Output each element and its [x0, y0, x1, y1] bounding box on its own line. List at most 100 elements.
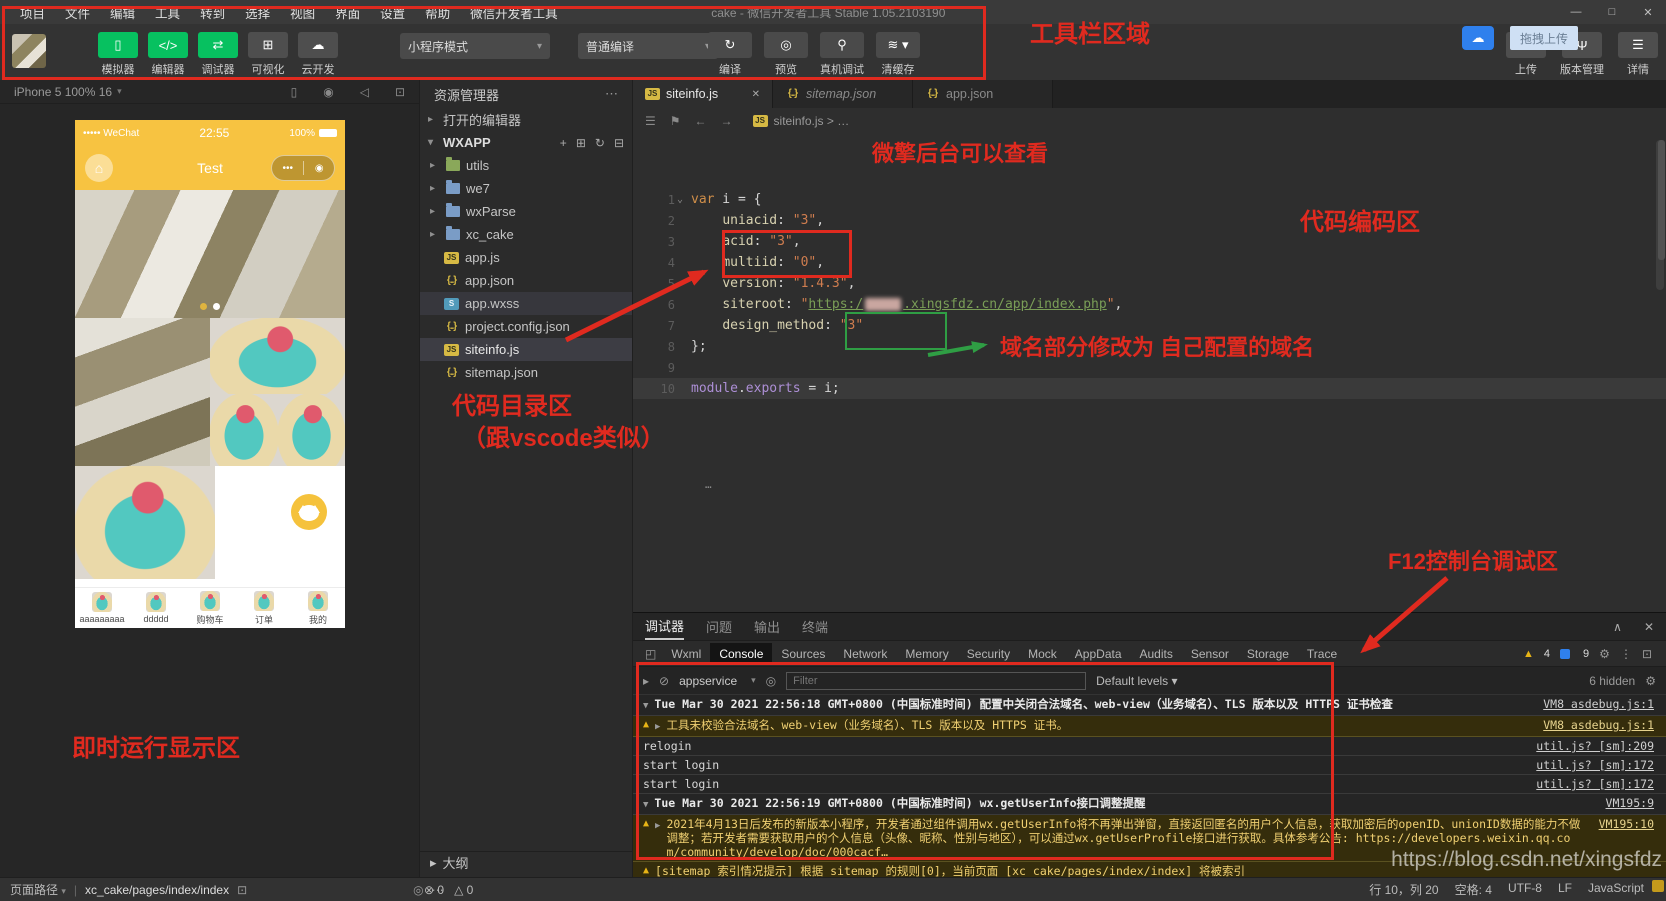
window-scrollbar[interactable] [1658, 140, 1665, 260]
caret-down-icon[interactable]: ▼ [643, 798, 648, 812]
devtools-tab-Storage[interactable]: Storage [1238, 643, 1298, 665]
status-segment[interactable]: JavaScript [1588, 881, 1644, 898]
problems-summary[interactable]: ⊗ 0 △ 0 [424, 883, 473, 897]
grid-image-bottom-1[interactable] [210, 394, 278, 466]
menu-item[interactable]: 帮助 [415, 0, 460, 25]
phone-tab-订单[interactable]: 订单 [237, 588, 291, 628]
menu-item[interactable]: 微信开发者工具 [460, 0, 568, 25]
调试器-button[interactable]: ⇄ 调试器 [196, 32, 240, 77]
info-square-icon[interactable] [1560, 648, 1571, 659]
copy-icon[interactable]: ⊡ [237, 883, 247, 897]
devtools-tab-Memory[interactable]: Memory [896, 643, 957, 665]
tree-item-project.config.json[interactable]: {..} project.config.json [420, 315, 632, 338]
mode-select[interactable]: 小程序模式 ▾ [400, 33, 550, 59]
fold-icon[interactable]: ⌄ [677, 194, 691, 205]
devtools-tab-AppData[interactable]: AppData [1066, 643, 1131, 665]
devtools-settings-icon[interactable]: ⚙ [1599, 647, 1610, 661]
banner-carousel-image[interactable] [75, 190, 345, 318]
menu-item[interactable]: 工具 [145, 0, 190, 25]
log-source-link[interactable]: VM8 asdebug.js:1 [1543, 697, 1654, 711]
caret-right-icon[interactable]: ▶ [655, 720, 660, 734]
phone-tab-我的[interactable]: 我的 [291, 588, 345, 628]
caret-down-icon[interactable]: ▼ [643, 699, 648, 713]
drag-upload-icon[interactable]: ☁ [1462, 26, 1494, 50]
menu-item[interactable]: 转到 [190, 0, 235, 25]
devtools-tab-Trace[interactable]: Trace [1298, 643, 1346, 665]
tab-sitemap.json[interactable]: {..} sitemap.json [773, 80, 913, 108]
console-sidebar-icon[interactable]: ▸ [643, 674, 649, 688]
devtools-tab-Network[interactable]: Network [834, 643, 896, 665]
bookmark-icon[interactable]: ⚑ [670, 114, 681, 128]
menu-item[interactable]: 选择 [235, 0, 280, 25]
windows-icon[interactable]: ⊡ [395, 85, 405, 99]
tree-item-app.js[interactable]: JS app.js [420, 246, 632, 269]
tree-item-utils[interactable]: ▸ utils [420, 154, 632, 177]
phone-tab-ddddd[interactable]: ddddd [129, 588, 183, 628]
devtools-tab-Audits[interactable]: Audits [1131, 643, 1182, 665]
devtools-tab-Console[interactable]: Console [710, 642, 773, 665]
console-log-row[interactable]: relogin util.js? [sm]:209 [633, 737, 1666, 756]
minimize-button[interactable]: — [1558, 0, 1594, 24]
status-segment[interactable]: UTF-8 [1508, 881, 1542, 898]
filter-input[interactable] [786, 671, 1087, 690]
清缓存-button[interactable]: ≋ ▾ 清缓存 [876, 32, 920, 77]
phone-tab-购物车[interactable]: 购物车 [183, 588, 237, 628]
warning-triangle-icon[interactable]: ▲ [1523, 648, 1534, 660]
eye-icon[interactable]: ◎ [413, 883, 423, 897]
record-icon[interactable]: ◉ [323, 85, 333, 99]
code-area[interactable]: 1 ⌄ var i = {2 uniacid: "3", 3 acid: "3", 4 … [633, 134, 1666, 612]
context-select[interactable]: appservice ▾ [679, 674, 756, 688]
open-editors-section[interactable]: ▸ 打开的编辑器 [420, 108, 632, 131]
log-source-link[interactable]: VM8 asdebug.js:1 [1543, 718, 1654, 732]
eye-icon[interactable]: ◎ [766, 674, 776, 688]
maximize-button[interactable]: □ [1594, 0, 1630, 24]
devtools-tab-Security[interactable]: Security [958, 643, 1019, 665]
console-log-row[interactable]: start login util.js? [sm]:172 [633, 775, 1666, 794]
模拟器-button[interactable]: ▯ 模拟器 [96, 32, 140, 77]
refresh-icon[interactable]: ↻ [595, 136, 605, 150]
outline-section[interactable]: ▸ 大纲 [420, 851, 632, 873]
collapse-panel-icon[interactable]: ∧ [1613, 620, 1622, 634]
close-button[interactable]: ✕ [1630, 0, 1666, 24]
new-file-icon[interactable]: + [560, 136, 567, 150]
devtools-tab-Wxml[interactable]: Wxml [662, 643, 710, 665]
grid-image-top[interactable] [210, 318, 345, 394]
capsule-menu[interactable]: ••• ◉ [271, 155, 335, 181]
panel-tab-输出[interactable]: 输出 [754, 613, 780, 640]
forward-icon[interactable]: → [721, 114, 733, 128]
tree-item-sitemap.json[interactable]: {..} sitemap.json [420, 361, 632, 384]
devtools-tab-Sensor[interactable]: Sensor [1182, 643, 1238, 665]
close-panel-icon[interactable]: ✕ [1644, 620, 1654, 634]
device-icon[interactable]: ▯ [291, 85, 298, 99]
log-source-link[interactable]: VM195:9 [1606, 796, 1654, 810]
tree-item-siteinfo.js[interactable]: JS siteinfo.js [420, 338, 632, 361]
sound-icon[interactable]: ◁ [360, 85, 369, 99]
tree-item-xc_cake[interactable]: ▸ xc_cake [420, 223, 632, 246]
compile-select[interactable]: 普通编译 ▾ [578, 33, 718, 59]
编辑器-button[interactable]: </> 编辑器 [146, 32, 190, 77]
menu-item[interactable]: 视图 [280, 0, 325, 25]
kebab-menu-icon[interactable]: ⋮ [1620, 647, 1632, 661]
menu-item[interactable]: 界面 [325, 0, 370, 25]
status-segment[interactable]: LF [1558, 881, 1572, 898]
log-levels-select[interactable]: Default levels ▾ [1096, 674, 1177, 688]
inspect-element-icon[interactable]: ◰ [645, 647, 656, 661]
clear-console-icon[interactable]: ⊘ [659, 674, 669, 688]
详情-button[interactable]: ☰ 详情 [1616, 32, 1660, 77]
console-log-row[interactable]: start login util.js? [sm]:172 [633, 756, 1666, 775]
panel-tab-问题[interactable]: 问题 [706, 613, 732, 640]
tab-siteinfo.js[interactable]: JS siteinfo.js ✕ [633, 80, 773, 108]
project-avatar[interactable] [12, 34, 46, 68]
customer-service-fab[interactable] [291, 494, 327, 530]
close-tab-icon[interactable]: ✕ [752, 89, 760, 100]
caret-right-icon[interactable]: ▶ [655, 819, 660, 833]
log-source-link[interactable]: util.js? [sm]:209 [1536, 739, 1654, 753]
devtools-tab-Sources[interactable]: Sources [772, 643, 834, 665]
云开发-button[interactable]: ☁ 云开发 [296, 32, 340, 77]
page-path-select[interactable]: 页面路径 ▾ [10, 881, 66, 898]
back-icon[interactable]: ← [695, 114, 707, 128]
console-log-row[interactable]: ▲ ▶ 工具未校验合法域名、web-view（业务域名）、TLS 版本以及 HTTP… [633, 716, 1666, 737]
tree-item-we7[interactable]: ▸ we7 [420, 177, 632, 200]
预览-button[interactable]: ◎ 预览 [764, 32, 808, 77]
编译-button[interactable]: ↻ 编译 [708, 32, 752, 77]
